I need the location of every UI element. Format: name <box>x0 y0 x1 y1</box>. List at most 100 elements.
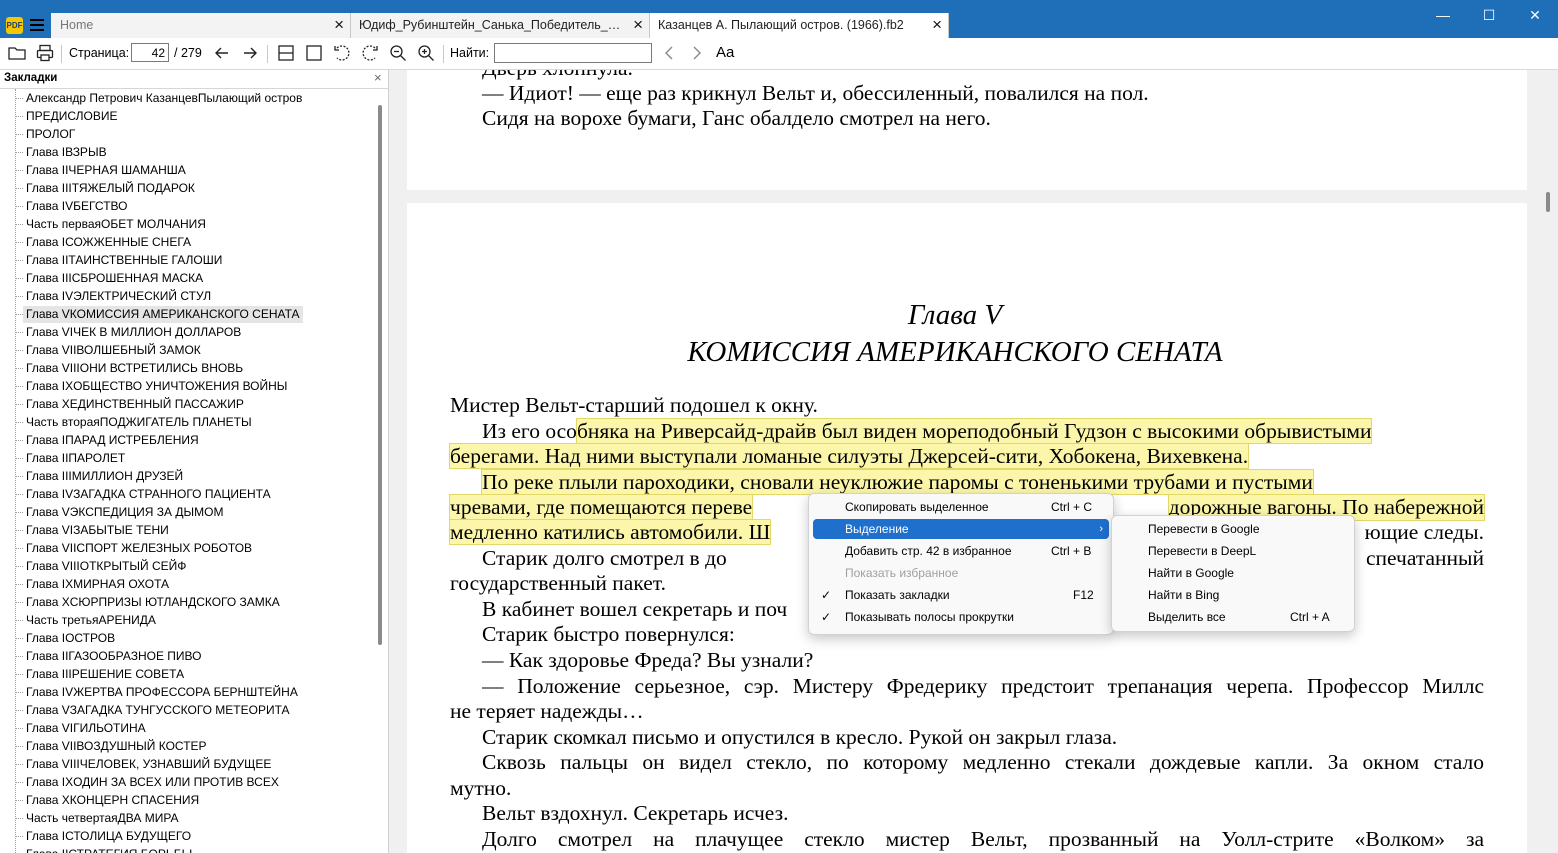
bookmark-item[interactable]: Глава VЗАГАДКА ТУНГУССКОГО МЕТЕОРИТА <box>23 702 293 719</box>
menu-item-label: Показывать полосы прокрутки <box>845 610 1014 624</box>
bookmark-item[interactable]: Глава VIIIОНИ ВСТРЕТИЛИСЬ ВНОВЬ <box>23 360 246 377</box>
open-folder-icon[interactable] <box>7 43 27 63</box>
bookmark-item[interactable]: Глава VIЗАБЫТЫЕ ТЕНИ <box>23 522 172 539</box>
bookmark-item[interactable]: Глава XСЮРПРИЗЫ ЮТЛАНДСКОГО ЗАМКА <box>23 594 283 611</box>
find-previous-icon[interactable] <box>660 43 680 63</box>
document-view[interactable]: Дверь хлопнула. — Идиот! — еще раз крикн… <box>389 70 1558 853</box>
bookmark-item[interactable]: Глава VIIВОЗДУШНЫЙ КОСТЕР <box>23 738 210 755</box>
arrow-left-icon[interactable] <box>212 43 232 63</box>
app-logo-icon[interactable]: PDF <box>6 17 23 34</box>
close-icon[interactable]: × <box>374 70 382 85</box>
bookmark-item[interactable]: Глава IVЖЕРТВА ПРОФЕССОРА БЕРНШТЕЙНА <box>23 684 301 701</box>
close-icon[interactable]: × <box>932 15 942 35</box>
bookmark-item[interactable]: Глава IIЧЕРНАЯ ШАМАНША <box>23 162 189 179</box>
document-scrollbar[interactable] <box>1546 192 1550 212</box>
font-settings-button[interactable]: Aa <box>716 44 734 61</box>
menu-item-add-favorite[interactable]: Добавить стр. 42 в избранное Ctrl + B <box>813 541 1109 561</box>
toolbar-divider <box>61 45 62 63</box>
bookmark-item[interactable]: Глава IIГАЗООБРАЗНОЕ ПИВО <box>23 648 204 665</box>
minimize-button[interactable]: — <box>1420 0 1466 30</box>
bookmark-item[interactable]: Глава VIIСПОРТ ЖЕЛЕЗНЫХ РОБОТОВ <box>23 540 255 557</box>
tree-connector <box>16 458 23 459</box>
tab-fb2-document[interactable]: Казанцев А. Пылающий остров. (1966).fb2 … <box>650 13 949 38</box>
menu-item-show-bookmarks[interactable]: ✓ Показать закладки F12 <box>813 585 1109 605</box>
tree-connector <box>16 260 23 261</box>
bookmark-item[interactable]: Глава IXОДИН ЗА ВСЕХ ИЛИ ПРОТИВ ВСЕХ <box>23 774 282 791</box>
context-menu: Скопировать выделенное Ctrl + C Выделени… <box>808 493 1114 635</box>
menu-item-show-favorites: Показать избранное <box>813 563 1109 583</box>
close-icon[interactable]: × <box>334 15 344 35</box>
menu-item-select-all[interactable]: Выделить все Ctrl + A <box>1116 607 1350 627</box>
menu-item-search-google[interactable]: Найти в Google <box>1116 563 1350 583</box>
bookmark-item[interactable]: ПРЕДИСЛОВИЕ <box>23 108 121 125</box>
bookmark-item[interactable]: Глава VIIВОЛШЕБНЫЙ ЗАМОК <box>23 342 204 359</box>
bookmark-item[interactable]: Глава IVЗАГАДКА СТРАННОГО ПАЦИЕНТА <box>23 486 274 503</box>
bookmark-item[interactable]: Глава IIIСБРОШЕННАЯ МАСКА <box>23 270 206 287</box>
hamburger-menu-icon[interactable] <box>30 19 44 33</box>
bookmark-item[interactable]: Александр Петрович КазанцевПылающий остр… <box>23 90 305 107</box>
chapter-title: КОМИССИЯ АМЕРИКАНСКОГО СЕНАТА <box>687 336 1223 368</box>
rotate-right-icon[interactable] <box>360 43 380 63</box>
bookmark-item[interactable]: Глава IСОЖЖЕННЫЕ СНЕГА <box>23 234 194 251</box>
bookmark-item[interactable]: Глава VIIIЧЕЛОВЕК, УЗНАВШИЙ БУДУЩЕЕ <box>23 756 274 773</box>
bookmark-item[interactable]: Глава IIПАРОЛЕТ <box>23 450 128 467</box>
bookmark-item[interactable]: Глава XКОНЦЕРН СПАСЕНИЯ <box>23 792 202 809</box>
page-number-input[interactable] <box>131 43 169 62</box>
maximize-button[interactable]: ☐ <box>1466 0 1512 30</box>
arrow-right-icon[interactable] <box>240 43 260 63</box>
close-icon[interactable]: × <box>633 15 643 35</box>
tree-connector <box>16 692 23 693</box>
print-icon[interactable] <box>35 43 55 63</box>
tab-djvu-document[interactable]: Юдиф_Рубинштейн_Санька_Победитель_1930.d… <box>351 13 650 38</box>
menu-item-translate-deepl[interactable]: Перевести в DeepL <box>1116 541 1350 561</box>
menu-item-selection[interactable]: Выделение › <box>813 519 1109 539</box>
search-input[interactable] <box>494 43 652 63</box>
bookmark-item[interactable]: Часть втораяПОДЖИГАТЕЛЬ ПЛАНЕТЫ <box>23 414 255 431</box>
bookmark-item[interactable]: Глава IXОБЩЕСТВО УНИЧТОЖЕНИЯ ВОЙНЫ <box>23 378 290 395</box>
bookmark-item[interactable]: Глава IВЗРЫВ <box>23 144 110 161</box>
tree-connector <box>16 764 23 765</box>
text-highlight: чревами, где помещаются переве <box>448 494 754 520</box>
zoom-out-icon[interactable] <box>388 43 408 63</box>
bookmark-item[interactable]: Глава IОСТРОВ <box>23 630 118 647</box>
bookmark-item[interactable]: Глава IVБЕГСТВО <box>23 198 130 215</box>
menu-item-copy-selection[interactable]: Скопировать выделенное Ctrl + C <box>813 497 1109 517</box>
menu-item-show-scrollbars[interactable]: ✓ Показывать полосы прокрутки <box>813 607 1109 627</box>
tab-home[interactable]: Home × <box>51 13 351 38</box>
zoom-in-icon[interactable] <box>416 43 436 63</box>
bookmark-item[interactable]: Глава IVЭЛЕКТРИЧЕСКИЙ СТУЛ <box>23 288 214 305</box>
tree-connector <box>16 476 23 477</box>
find-next-icon[interactable] <box>686 43 706 63</box>
bookmark-item[interactable]: ПРОЛОГ <box>23 126 78 143</box>
fit-width-icon[interactable] <box>276 43 296 63</box>
menu-item-translate-google[interactable]: Перевести в Google <box>1116 519 1350 539</box>
bookmark-tree[interactable]: Александр Петрович КазанцевПылающий остр… <box>0 89 372 853</box>
bookmark-item[interactable]: Глава IСТОЛИЦА БУДУЩЕГО <box>23 828 194 845</box>
bookmark-item[interactable]: Глава IIIТЯЖЕЛЫЙ ПОДАРОК <box>23 180 198 197</box>
bookmark-item[interactable]: Часть третьяАРЕНИДА <box>23 612 159 629</box>
bookmark-item[interactable]: Глава VЭКСПЕДИЦИЯ ЗА ДЫМОМ <box>23 504 226 521</box>
tree-connector <box>16 638 23 639</box>
menu-item-label: Показать закладки <box>845 588 950 602</box>
bookmark-item[interactable]: Глава VIЧЕК В МИЛЛИОН ДОЛЛАРОВ <box>23 324 244 341</box>
toolbar-divider <box>443 45 444 63</box>
menu-item-shortcut: Ctrl + B <box>1051 544 1092 558</box>
bookmark-item[interactable]: Глава VIIIОТКРЫТЫЙ СЕЙФ <box>23 558 189 575</box>
bookmark-item[interactable]: Часть перваяОБЕТ МОЛЧАНИЯ <box>23 216 209 233</box>
close-window-button[interactable]: ✕ <box>1512 0 1558 30</box>
bookmark-item[interactable]: Глава IIIМИЛЛИОН ДРУЗЕЙ <box>23 468 186 485</box>
menu-item-search-bing[interactable]: Найти в Bing <box>1116 585 1350 605</box>
bookmark-item[interactable]: Глава IIТАИНСТВЕННЫЕ ГАЛОШИ <box>23 252 225 269</box>
bookmark-item[interactable]: Глава IПАРАД ИСТРЕБЛЕНИЯ <box>23 432 202 449</box>
fit-page-icon[interactable] <box>304 43 324 63</box>
bookmark-item[interactable]: Часть четвертаяДВА МИРА <box>23 810 182 827</box>
bookmark-item[interactable]: Глава VIГИЛЬОТИНА <box>23 720 149 737</box>
bookmark-item[interactable]: Глава IXМИРНАЯ ОХОТА <box>23 576 172 593</box>
text-line-highlighted: Из его особняка на Риверсайд-драйв был в… <box>482 418 1484 444</box>
bookmark-item[interactable]: Глава IIIРЕШЕНИЕ СОВЕТА <box>23 666 187 683</box>
bookmark-item[interactable]: Глава XЕДИНСТВЕННЫЙ ПАССАЖИР <box>23 396 247 413</box>
bookmark-item[interactable]: Глава IIСТРАТЕГИЯ БОРЬБЫ <box>23 846 195 853</box>
bookmark-item[interactable]: Глава VКОМИССИЯ АМЕРИКАНСКОГО СЕНАТА <box>23 306 303 323</box>
sidebar-scrollbar[interactable] <box>378 105 382 645</box>
rotate-left-icon[interactable] <box>332 43 352 63</box>
